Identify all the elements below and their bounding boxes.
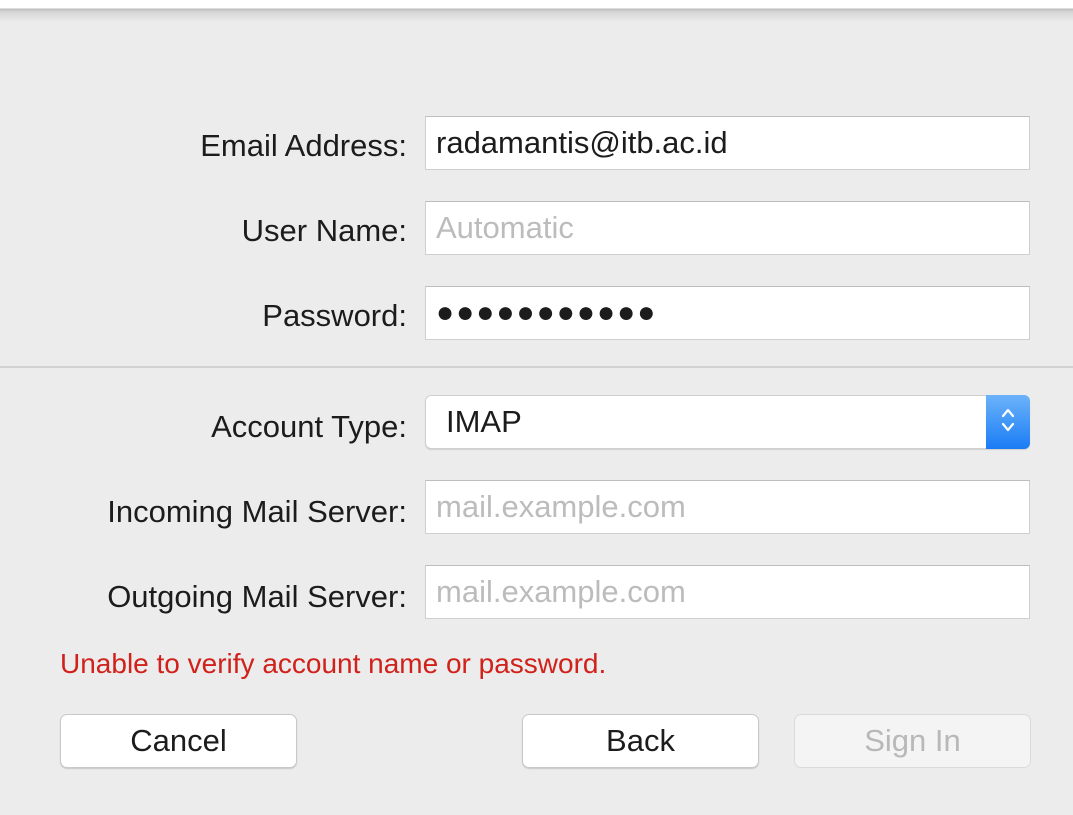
back-button[interactable]: Back [522, 714, 759, 768]
password-value: ●●●●●●●●●●● [436, 296, 658, 329]
section-divider [0, 366, 1073, 368]
account-type-select[interactable]: IMAP [425, 395, 1030, 449]
incoming-server-field[interactable] [425, 480, 1030, 534]
outgoing-server-field[interactable] [425, 565, 1030, 619]
account-type-label: Account Type: [211, 409, 407, 444]
account-type-value: IMAP [446, 404, 522, 439]
up-down-chevron-icon[interactable] [986, 395, 1030, 449]
email-field[interactable] [425, 116, 1030, 170]
incoming-server-label: Incoming Mail Server: [107, 494, 407, 529]
cancel-button[interactable]: Cancel [60, 714, 297, 768]
password-field[interactable]: ●●●●●●●●●●● [425, 286, 1030, 340]
username-label: User Name: [241, 213, 407, 248]
username-field[interactable] [425, 201, 1030, 255]
error-message: Unable to verify account name or passwor… [60, 648, 607, 679]
email-label: Email Address: [200, 128, 407, 163]
window-top-edge [0, 0, 1073, 22]
sign-in-button[interactable]: Sign In [794, 714, 1031, 768]
outgoing-server-label: Outgoing Mail Server: [107, 579, 407, 614]
password-label: Password: [262, 298, 407, 333]
